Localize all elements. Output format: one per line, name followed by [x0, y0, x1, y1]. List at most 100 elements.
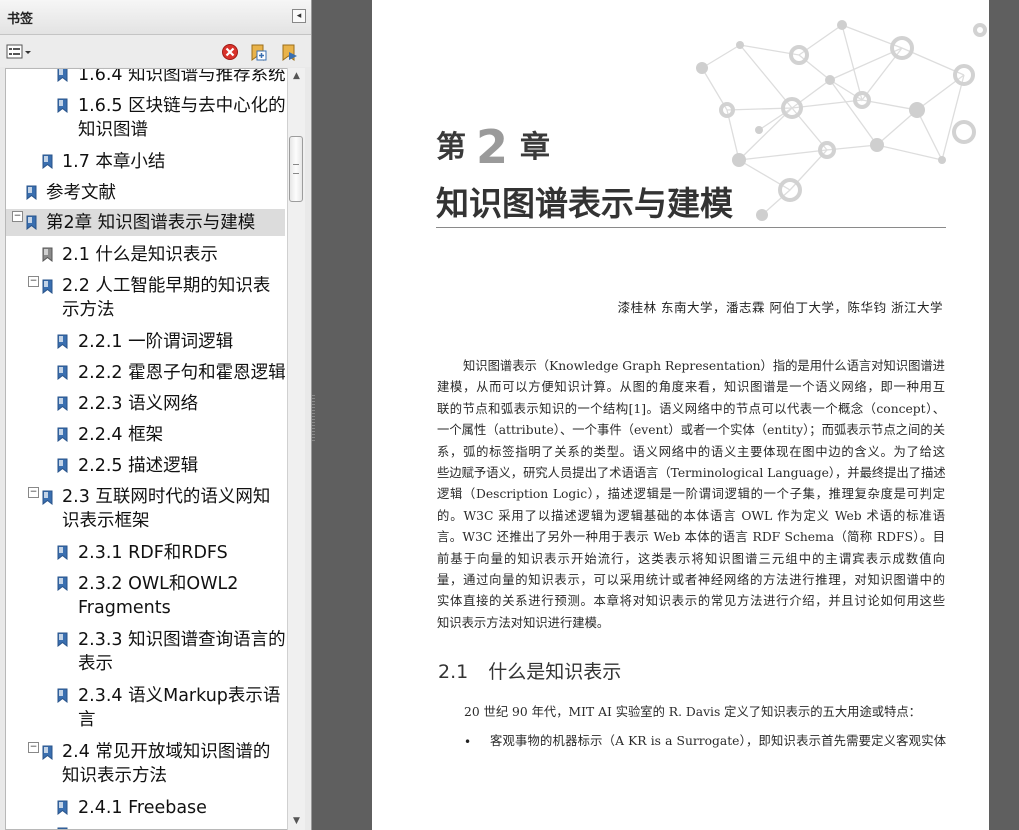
bookmark-label: 2.3 互联网时代的语义网知 — [62, 487, 271, 507]
bookmark-label: 知识表示方法 — [62, 766, 167, 786]
bookmark-label: 2.2.4 框架 — [78, 425, 164, 445]
paragraph-line: 联的节点和弧表示知识的一个结构[1]。语义网络中的节点可以代表一个概念（conc… — [437, 401, 945, 416]
document-page: 第2章 知识图谱表示与建模 漆桂林 东南大学，潘志霖 阿伯丁大学，陈华钧 浙江大… — [372, 0, 989, 830]
bookmark-label: 知识图谱 — [78, 120, 148, 140]
bookmark-label: 示方法 — [62, 300, 115, 320]
bookmark-item[interactable]: 2.1 什么是知识表示 — [6, 242, 285, 266]
bookmark-item[interactable]: 1.6.5 区块链与去中心化的 知识图谱 — [6, 93, 286, 143]
bookmarks-scrollbar[interactable]: ▲ ▼ — [287, 68, 305, 830]
bookmark-item[interactable]: 1.7 本章小结 — [6, 149, 285, 173]
section-paragraph: 20 世纪 90 年代，MIT AI 实验室的 R. Davis 定义了知识表示… — [464, 705, 921, 719]
bookmark-label: 2.3.4 语义Markup表示语 — [78, 686, 281, 706]
bookmark-label: Fragments — [78, 598, 171, 618]
collapse-panel-button[interactable]: ◂ — [292, 9, 306, 23]
bookmark-item-selected[interactable]: − 第2章 知识图谱表示与建模 — [6, 209, 285, 236]
bookmark-item[interactable] — [6, 822, 285, 829]
delete-bookmark-icon[interactable] — [220, 43, 240, 61]
paragraph-line: 量，通过向量的知识表示，可以采用统计或者神经网络的方法进行推理，对知识图谱中的 — [437, 573, 945, 588]
bookmarks-panel: 书签 ◂ 1.6.4 知识图谱与推荐系统 1.6.5 区块链与去中心化的 知识图… — [0, 0, 312, 830]
bookmark-label: 言 — [78, 710, 96, 730]
bookmark-item[interactable]: 2.2.4 框架 — [6, 422, 285, 446]
paragraph-line: 前基于向量的知识表示开始流行，这类表示将知识图谱三元组中的主谓宾表示成数值向 — [437, 551, 945, 566]
bookmark-icon — [42, 245, 53, 263]
collapse-toggle[interactable]: − — [28, 276, 39, 287]
section-heading: 2.1 什么是知识表示 — [438, 657, 621, 684]
bookmarks-toolbar — [0, 35, 311, 67]
bookmark-icon — [57, 825, 68, 829]
bookmark-item[interactable]: 2.3.3 知识图谱查询语言的 表示 — [6, 627, 286, 677]
bookmark-icon — [57, 394, 68, 412]
bookmark-icon — [57, 686, 68, 704]
bookmark-label: 2.2.1 一阶谓词逻辑 — [78, 332, 234, 352]
bookmark-item[interactable]: 2.2.5 描述逻辑 — [6, 453, 285, 477]
paragraph-line: 逻辑（Description Logic），描述逻辑是一阶谓词逻辑的一个子集，推… — [437, 487, 945, 502]
bookmark-label: 2.3.1 RDF和RDFS — [78, 543, 228, 563]
new-bookmark-icon[interactable] — [280, 43, 300, 61]
bookmark-icon — [57, 96, 68, 114]
bookmark-icon — [42, 277, 53, 295]
bookmark-label: 第2章 知识图谱表示与建模 — [46, 213, 256, 233]
expand-bookmark-icon[interactable] — [249, 43, 269, 61]
scroll-down-arrow[interactable]: ▼ — [288, 813, 305, 830]
chapter-authors: 漆桂林 东南大学，潘志霖 阿伯丁大学，陈华钧 浙江大学 — [617, 300, 943, 315]
bookmark-icon — [57, 69, 68, 83]
bookmark-label: 2.4 常见开放域知识图谱的 — [62, 742, 271, 762]
bookmark-item[interactable]: 2.2.2 霍恩子句和霍恩逻辑 — [6, 360, 286, 384]
bookmark-item[interactable]: − 2.4 常见开放域知识图谱的 知识表示方法 — [6, 739, 285, 789]
bookmark-item[interactable]: 2.3.4 语义Markup表示语 言 — [6, 683, 285, 733]
bookmark-label: 2.4.1 Freebase — [78, 798, 207, 818]
bookmark-item[interactable]: 2.3.2 OWL和OWL2 Fragments — [6, 571, 285, 621]
bullet-icon: • — [464, 735, 472, 749]
paragraph-line: 实体直接的关系进行预测。本章将对知识表示的常见方法进行介绍，并且讨论如何用这些 — [437, 594, 945, 609]
bookmark-icon — [57, 425, 68, 443]
bookmark-icon — [57, 574, 68, 592]
section-number: 2.1 — [438, 661, 469, 683]
paragraph-line: 一个属性（attribute）、一个事件（event）或者一个实体（entity… — [437, 423, 945, 438]
bookmark-icon — [57, 332, 68, 350]
scroll-up-arrow[interactable]: ▲ — [288, 68, 305, 85]
chapter-suffix: 章 — [520, 130, 551, 165]
bookmark-icon — [57, 456, 68, 474]
bookmark-item[interactable]: 2.3.1 RDF和RDFS — [6, 540, 285, 564]
bookmark-item[interactable]: 参考文献 — [6, 180, 285, 204]
scroll-thumb[interactable] — [289, 136, 303, 202]
bookmark-icon — [57, 363, 68, 381]
bullet-text: 客观事物的机器标示（A KR is a Surrogate），即知识表示首先需要… — [490, 734, 946, 748]
bookmark-icon — [26, 213, 37, 231]
bookmark-label: 2.2 人工智能早期的知识表 — [62, 276, 271, 296]
bookmark-tree: 1.6.4 知识图谱与推荐系统 1.6.5 区块链与去中心化的 知识图谱 1.7… — [5, 68, 288, 830]
panel-header: 书签 ◂ — [0, 0, 311, 35]
section-title: 什么是知识表示 — [488, 661, 622, 683]
viewer-background — [989, 0, 1019, 830]
bookmark-label: 2.1 什么是知识表示 — [62, 245, 218, 265]
collapse-toggle[interactable]: − — [28, 487, 39, 498]
panel-title: 书签 — [7, 12, 34, 27]
bookmark-label: 2.3.2 OWL和OWL2 — [78, 574, 239, 594]
bookmark-icon — [42, 743, 53, 761]
bookmark-item[interactable]: − 2.3 互联网时代的语义网知 识表示框架 — [6, 484, 285, 534]
bookmark-label: 识表示框架 — [62, 511, 150, 531]
bookmark-icon — [42, 152, 53, 170]
bookmark-item[interactable]: − 2.2 人工智能早期的知识表 示方法 — [6, 273, 285, 323]
chapter-heading: 第2章 — [436, 120, 550, 174]
collapse-toggle[interactable]: − — [28, 742, 39, 753]
bookmark-label: 1.6.5 区块链与去中心化的 — [78, 96, 286, 116]
paragraph-line: 知识图谱表示（Knowledge Graph Representation）指的… — [463, 359, 945, 373]
bookmark-item[interactable]: 1.6.4 知识图谱与推荐系统 — [6, 68, 286, 87]
bookmark-label: 2.2.2 霍恩子句和霍恩逻辑 — [78, 363, 286, 383]
bookmark-item[interactable]: 2.4.1 Freebase — [6, 795, 285, 819]
panel-resize-handle[interactable] — [312, 395, 315, 441]
options-menu-icon[interactable] — [6, 43, 31, 61]
collapse-toggle[interactable]: − — [12, 211, 23, 222]
bookmark-icon — [42, 488, 53, 506]
paragraph-line: 些边赋予语义，研究人员提出了术语语言（Terminological Langua… — [437, 466, 945, 481]
bookmark-label: 1.7 本章小结 — [62, 152, 166, 172]
title-divider — [436, 227, 946, 228]
bookmark-icon — [57, 798, 68, 816]
bookmark-item[interactable]: 2.2.3 语义网络 — [6, 391, 285, 415]
chapter-title: 知识图谱表示与建模 — [436, 184, 733, 223]
bookmark-icon — [57, 630, 68, 648]
bookmark-label: 1.6.4 知识图谱与推荐系统 — [78, 68, 286, 85]
bookmark-item[interactable]: 2.2.1 一阶谓词逻辑 — [6, 329, 285, 353]
paragraph-line: 言。W3C 还推出了另外一种用于表示 Web 本体的语言 RDF Schema（… — [437, 530, 945, 545]
